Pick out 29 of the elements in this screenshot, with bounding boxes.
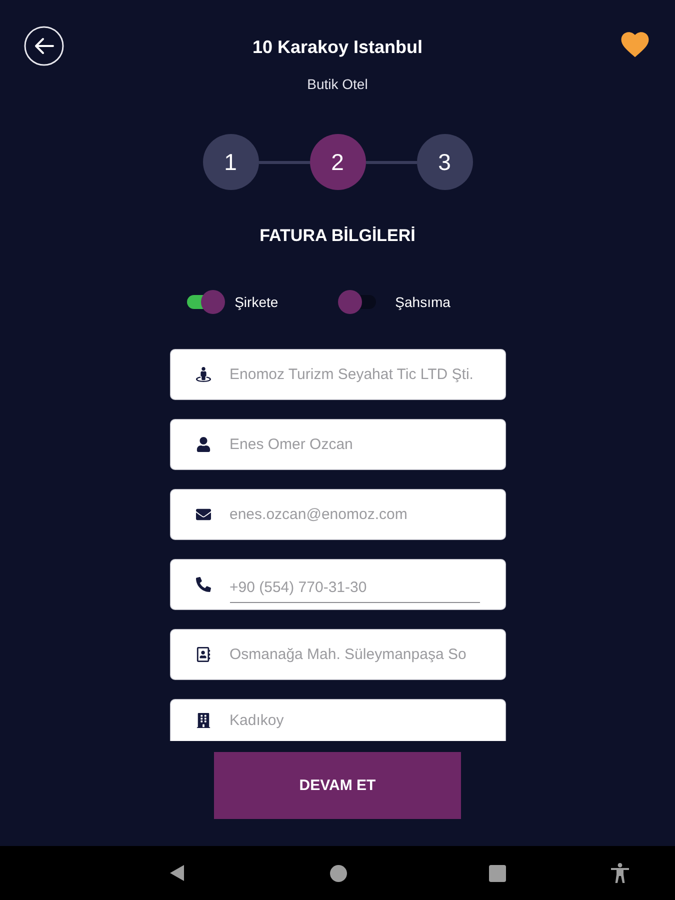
continue-button[interactable]: DEVAM ET — [214, 752, 461, 819]
company-name-field[interactable]: Enomoz Turizm Seyahat Tic LTD Şti. — [170, 349, 506, 400]
nav-home-icon[interactable] — [330, 864, 347, 882]
street-view-icon — [194, 366, 212, 383]
toggle-label: Şahsıma — [395, 294, 450, 310]
step-indicator: 2 — [310, 134, 366, 190]
heart-icon[interactable] — [620, 30, 650, 58]
person-icon — [194, 436, 212, 453]
phone-icon — [194, 576, 212, 593]
toggle-switch[interactable] — [186, 290, 225, 314]
district-field[interactable]: Kadıkoy — [170, 699, 506, 741]
envelope-icon — [194, 506, 212, 523]
nav-recents-icon[interactable] — [489, 864, 506, 882]
step-indicator: 1 — [202, 134, 258, 190]
hotel-title: 10 Karakoy Istanbul — [252, 36, 423, 58]
toggle-switch[interactable] — [338, 290, 376, 314]
accessibility-icon[interactable] — [611, 863, 629, 883]
toggle-label: Şirkete — [234, 294, 278, 310]
address-book-icon — [194, 646, 212, 663]
full-name-field[interactable]: Enes Omer Ozcan — [170, 419, 506, 470]
phone-field[interactable]: +90 (554) 770-31-30 — [170, 559, 506, 610]
email-field[interactable]: enes.ozcan@enomoz.com — [170, 489, 506, 540]
building-icon — [194, 712, 212, 729]
back-icon[interactable] — [24, 26, 64, 66]
step-indicator: 3 — [416, 134, 472, 190]
hotel-type: Butik Otel — [307, 75, 368, 93]
section-title: FATURA BİLGİLERİ — [260, 226, 416, 246]
nav-back-icon[interactable] — [169, 864, 185, 882]
address-field[interactable]: Osmanağa Mah. Süleymanpaşa So — [170, 629, 506, 680]
